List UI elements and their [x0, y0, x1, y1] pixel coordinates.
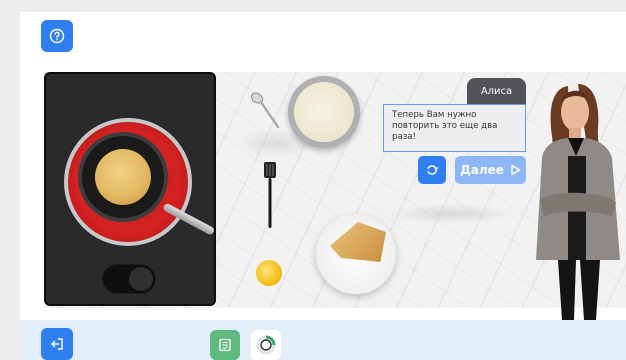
speech-bubble: Теперь Вам нужно повторить это еще два р…: [383, 104, 526, 152]
frying-pan[interactable]: [78, 132, 168, 222]
play-arrow-icon: [511, 164, 521, 176]
spatula[interactable]: [262, 162, 278, 228]
batter-bowl[interactable]: [288, 76, 360, 148]
bottom-toolbar: [20, 320, 626, 360]
speaker-name: Алиса: [467, 78, 526, 104]
exit-button[interactable]: [41, 328, 73, 360]
folded-pancakes: [330, 222, 386, 262]
oil-dish[interactable]: [254, 258, 284, 288]
pancake-in-pan[interactable]: [95, 149, 151, 205]
question-circle-icon: [49, 28, 65, 44]
batter: [294, 82, 354, 142]
repeat-button[interactable]: [418, 156, 446, 184]
presenter-avatar: [536, 84, 620, 320]
next-button[interactable]: Далее: [455, 156, 526, 184]
stove-power-toggle[interactable]: [102, 264, 156, 294]
toggle-knob: [129, 267, 153, 291]
notebook-icon: [219, 338, 231, 352]
exit-icon: [51, 338, 63, 350]
help-button[interactable]: [41, 20, 73, 52]
next-button-label: Далее: [460, 163, 504, 177]
plate-with-pancakes[interactable]: [316, 214, 396, 294]
progress-button[interactable]: [251, 330, 281, 360]
repeat-icon: [427, 165, 439, 175]
spoon[interactable]: [248, 90, 282, 130]
notes-button[interactable]: [210, 330, 240, 360]
progress-ring-icon: [256, 335, 276, 355]
stove: [44, 72, 216, 306]
